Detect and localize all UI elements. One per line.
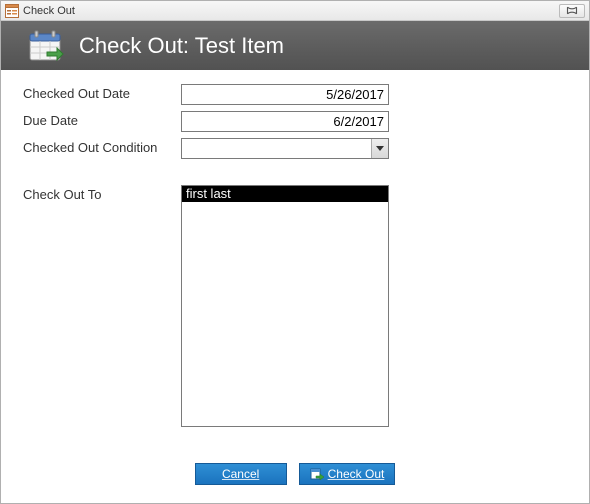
calendar-checkout-icon	[27, 28, 65, 64]
contacts-listbox[interactable]: first last	[181, 185, 389, 427]
condition-dropdown-button[interactable]	[371, 139, 388, 158]
condition-combobox[interactable]	[181, 138, 389, 159]
row-due-date: Due Date	[23, 111, 567, 132]
condition-input[interactable]	[181, 138, 389, 159]
row-check-out-to: Check Out To first last	[23, 185, 567, 427]
cancel-button[interactable]: Cancel	[195, 463, 287, 485]
checkout-action-icon	[310, 467, 324, 481]
dialog-title: Check Out: Test Item	[79, 33, 284, 59]
titlebar: Check Out	[1, 1, 589, 21]
form-body: Checked Out Date Due Date Checked Out Co…	[1, 70, 589, 451]
button-row: Cancel Check Out	[1, 451, 589, 503]
row-condition: Checked Out Condition	[23, 138, 567, 159]
row-checked-out-date: Checked Out Date	[23, 84, 567, 105]
close-button[interactable]	[559, 4, 585, 18]
chevron-down-icon	[376, 146, 384, 152]
checked-out-date-label: Checked Out Date	[23, 84, 181, 101]
access-form-icon	[5, 4, 19, 18]
condition-label: Checked Out Condition	[23, 138, 181, 155]
close-icon	[566, 6, 578, 15]
list-item[interactable]: first last	[182, 186, 388, 202]
check-out-button[interactable]: Check Out	[299, 463, 396, 485]
checked-out-date-input[interactable]	[181, 84, 389, 105]
window-title: Check Out	[23, 5, 559, 17]
spacer	[23, 165, 567, 185]
due-date-input[interactable]	[181, 111, 389, 132]
due-date-label: Due Date	[23, 111, 181, 128]
check-out-button-label: Check Out	[328, 467, 385, 481]
dialog-header: Check Out: Test Item	[1, 21, 589, 70]
dialog-window: Check Out Check Out: Test Item	[0, 0, 590, 504]
cancel-button-label: Cancel	[222, 467, 259, 481]
check-out-to-label: Check Out To	[23, 185, 181, 202]
